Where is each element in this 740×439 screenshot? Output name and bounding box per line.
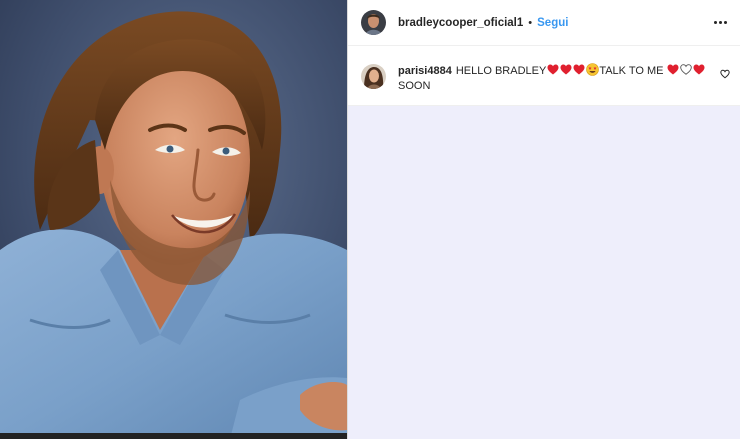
post-side-panel: bradleycooper_oficial1 • Segui parisi488…: [347, 0, 740, 439]
white-heart-icon: [680, 64, 692, 75]
header-separator: •: [528, 16, 533, 29]
author-username[interactable]: bradleycooper_oficial1: [398, 17, 523, 29]
instagram-post: bradleycooper_oficial1 • Segui parisi488…: [0, 0, 740, 439]
author-avatar-image: [361, 10, 386, 35]
comments-empty-area: [348, 106, 740, 439]
commenter-avatar-image: [361, 64, 386, 89]
comment-text-part1: HELLO BRADLEY: [455, 65, 547, 77]
comment-text-part2: TALK TO ME: [599, 65, 664, 77]
post-header: bradleycooper_oficial1 • Segui: [348, 0, 740, 46]
more-dot: [723, 21, 727, 24]
more-horizontal-icon[interactable]: [712, 15, 728, 31]
commenter-username[interactable]: parisi4884: [398, 65, 452, 77]
author-avatar[interactable]: [361, 10, 386, 35]
photo-illustration: [0, 0, 347, 439]
heart-outline-icon[interactable]: [720, 69, 730, 79]
red-heart-icon: [573, 64, 585, 75]
comment-text-part3: SOON: [398, 79, 431, 92]
red-heart-icon: [693, 64, 705, 75]
red-heart-icon: [560, 64, 572, 75]
comment-body: parisi4884 HELLO BRADLEY TALK TO ME SOON: [398, 63, 716, 93]
red-heart-icon: [547, 64, 559, 75]
more-dot: [718, 21, 722, 24]
comment-item: parisi4884 HELLO BRADLEY TALK TO ME SOON: [348, 46, 740, 106]
follow-button[interactable]: Segui: [537, 17, 568, 29]
photo-bottom-strip: [0, 433, 347, 439]
star-struck-face-icon: [586, 63, 599, 76]
red-heart-icon: [667, 64, 679, 75]
comment-like-heart: [720, 69, 730, 79]
commenter-avatar[interactable]: [361, 64, 386, 89]
more-dot: [713, 21, 717, 24]
post-photo[interactable]: [0, 0, 347, 439]
